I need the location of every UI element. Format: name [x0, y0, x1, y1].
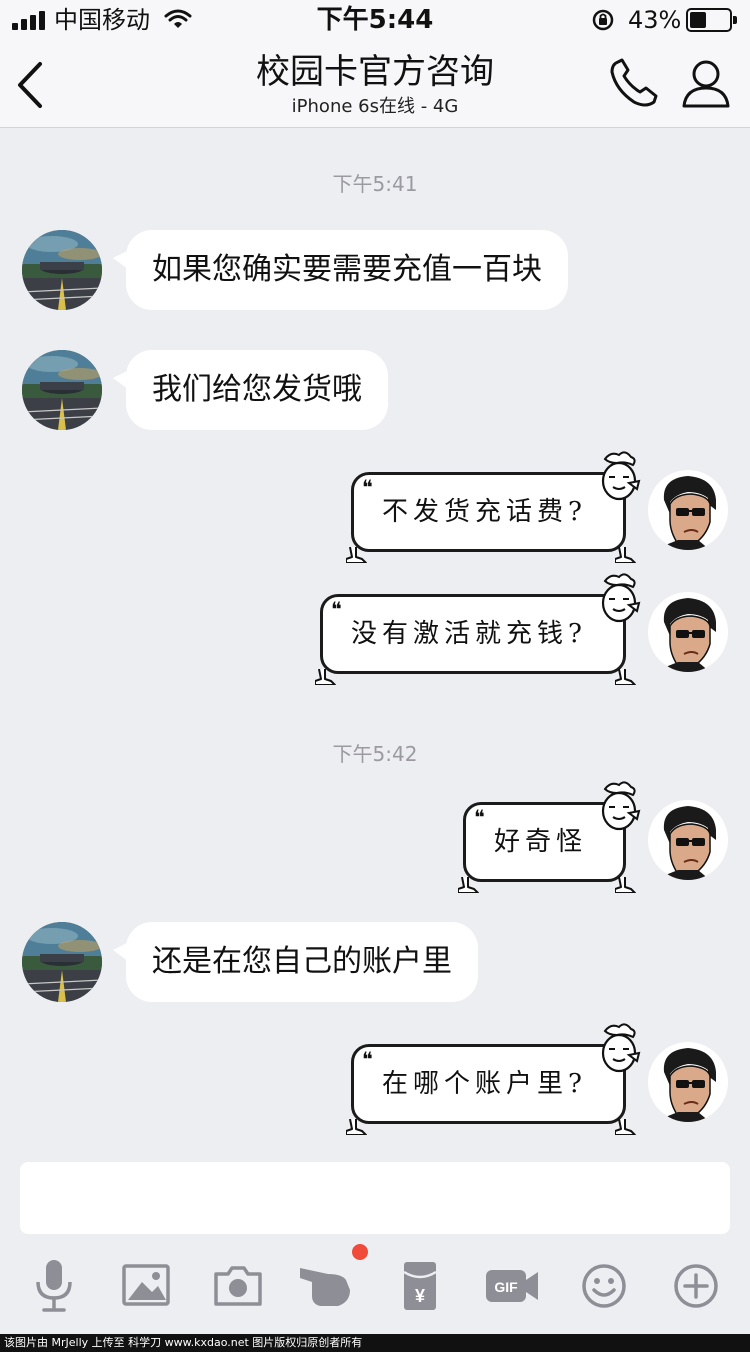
message-input[interactable] [20, 1162, 730, 1234]
incoming-message-bubble[interactable]: 如果您确实要需要充值一百块 [113, 230, 568, 310]
notification-dot [352, 1244, 368, 1260]
contact-avatar[interactable] [22, 230, 102, 310]
doodle-face-icon [595, 573, 641, 625]
my-avatar[interactable] [648, 800, 728, 880]
message-text: 在哪个账户里? [382, 1069, 587, 1099]
outgoing-message-bubble[interactable]: ❝ 好奇怪 [463, 802, 626, 882]
quote-mark-icon: ❝ [362, 475, 373, 499]
gif-label: GIF [494, 1279, 518, 1295]
message-text: 如果您确实要需要充值一百块 [152, 252, 542, 287]
timestamp: 下午5:42 [332, 742, 418, 766]
watermark: 该图片由 MrJelly 上传至 科学刀 www.kxdao.net 图片版权归… [0, 1334, 750, 1352]
bubble-leg-icon [458, 877, 480, 893]
yuan-symbol: ¥ [415, 1286, 425, 1306]
plus-icon[interactable] [666, 1258, 726, 1314]
doodle-face-icon [595, 781, 641, 833]
contact-avatar[interactable] [22, 922, 102, 1002]
my-avatar[interactable] [648, 470, 728, 550]
timestamp: 下午5:41 [332, 172, 418, 196]
input-area: ¥ GIF [0, 1150, 750, 1338]
chat-header: 校园卡官方咨询 iPhone 6s在线 - 4G [0, 40, 750, 128]
microphone-icon[interactable] [24, 1258, 84, 1314]
message-text: 好奇怪 [493, 827, 587, 857]
red-packet-icon[interactable]: ¥ [390, 1258, 450, 1314]
status-bar: 中国移动 下午5:44 43% [0, 0, 750, 40]
doodle-face-icon [595, 1023, 641, 1075]
bubble-leg-icon [615, 1119, 637, 1135]
battery-icon [686, 8, 737, 32]
bubble-leg-icon [615, 669, 637, 685]
quote-mark-icon: ❝ [362, 1047, 373, 1071]
phone-call-button[interactable] [604, 56, 664, 112]
outgoing-message-bubble[interactable]: ❝ 在哪个账户里? [351, 1044, 626, 1124]
my-avatar[interactable] [648, 1042, 728, 1122]
bubble-leg-icon [346, 1119, 368, 1135]
message-text: 还是在您自己的账户里 [152, 944, 452, 979]
outgoing-message-bubble[interactable]: ❝ 不发货充话费? [351, 472, 626, 552]
bubble-leg-icon [346, 547, 368, 563]
outgoing-message-bubble[interactable]: ❝ 没有激活就充钱? [320, 594, 626, 674]
my-avatar[interactable] [648, 592, 728, 672]
rotation-lock-icon [592, 9, 614, 31]
message-text: 不发货充话费? [382, 497, 587, 527]
incoming-message-bubble[interactable]: 我们给您发货哦 [113, 350, 388, 430]
incoming-message-bubble[interactable]: 还是在您自己的账户里 [113, 922, 478, 1002]
doodle-face-icon [595, 451, 641, 503]
message-text: 我们给您发货哦 [152, 372, 362, 407]
bubble-leg-icon [615, 547, 637, 563]
profile-button[interactable] [678, 56, 734, 112]
contact-avatar[interactable] [22, 350, 102, 430]
message-text: 没有激活就充钱? [351, 619, 587, 649]
poke-hand-icon[interactable] [298, 1258, 358, 1314]
bubble-leg-icon [615, 877, 637, 893]
quote-mark-icon: ❝ [331, 597, 342, 621]
quote-mark-icon: ❝ [473, 805, 485, 829]
gif-icon[interactable]: GIF [482, 1258, 542, 1314]
camera-icon[interactable] [208, 1258, 268, 1314]
image-icon[interactable] [116, 1258, 176, 1314]
bubble-leg-icon [315, 669, 337, 685]
battery-percentage: 43% [628, 6, 682, 34]
emoji-icon[interactable] [574, 1258, 634, 1314]
